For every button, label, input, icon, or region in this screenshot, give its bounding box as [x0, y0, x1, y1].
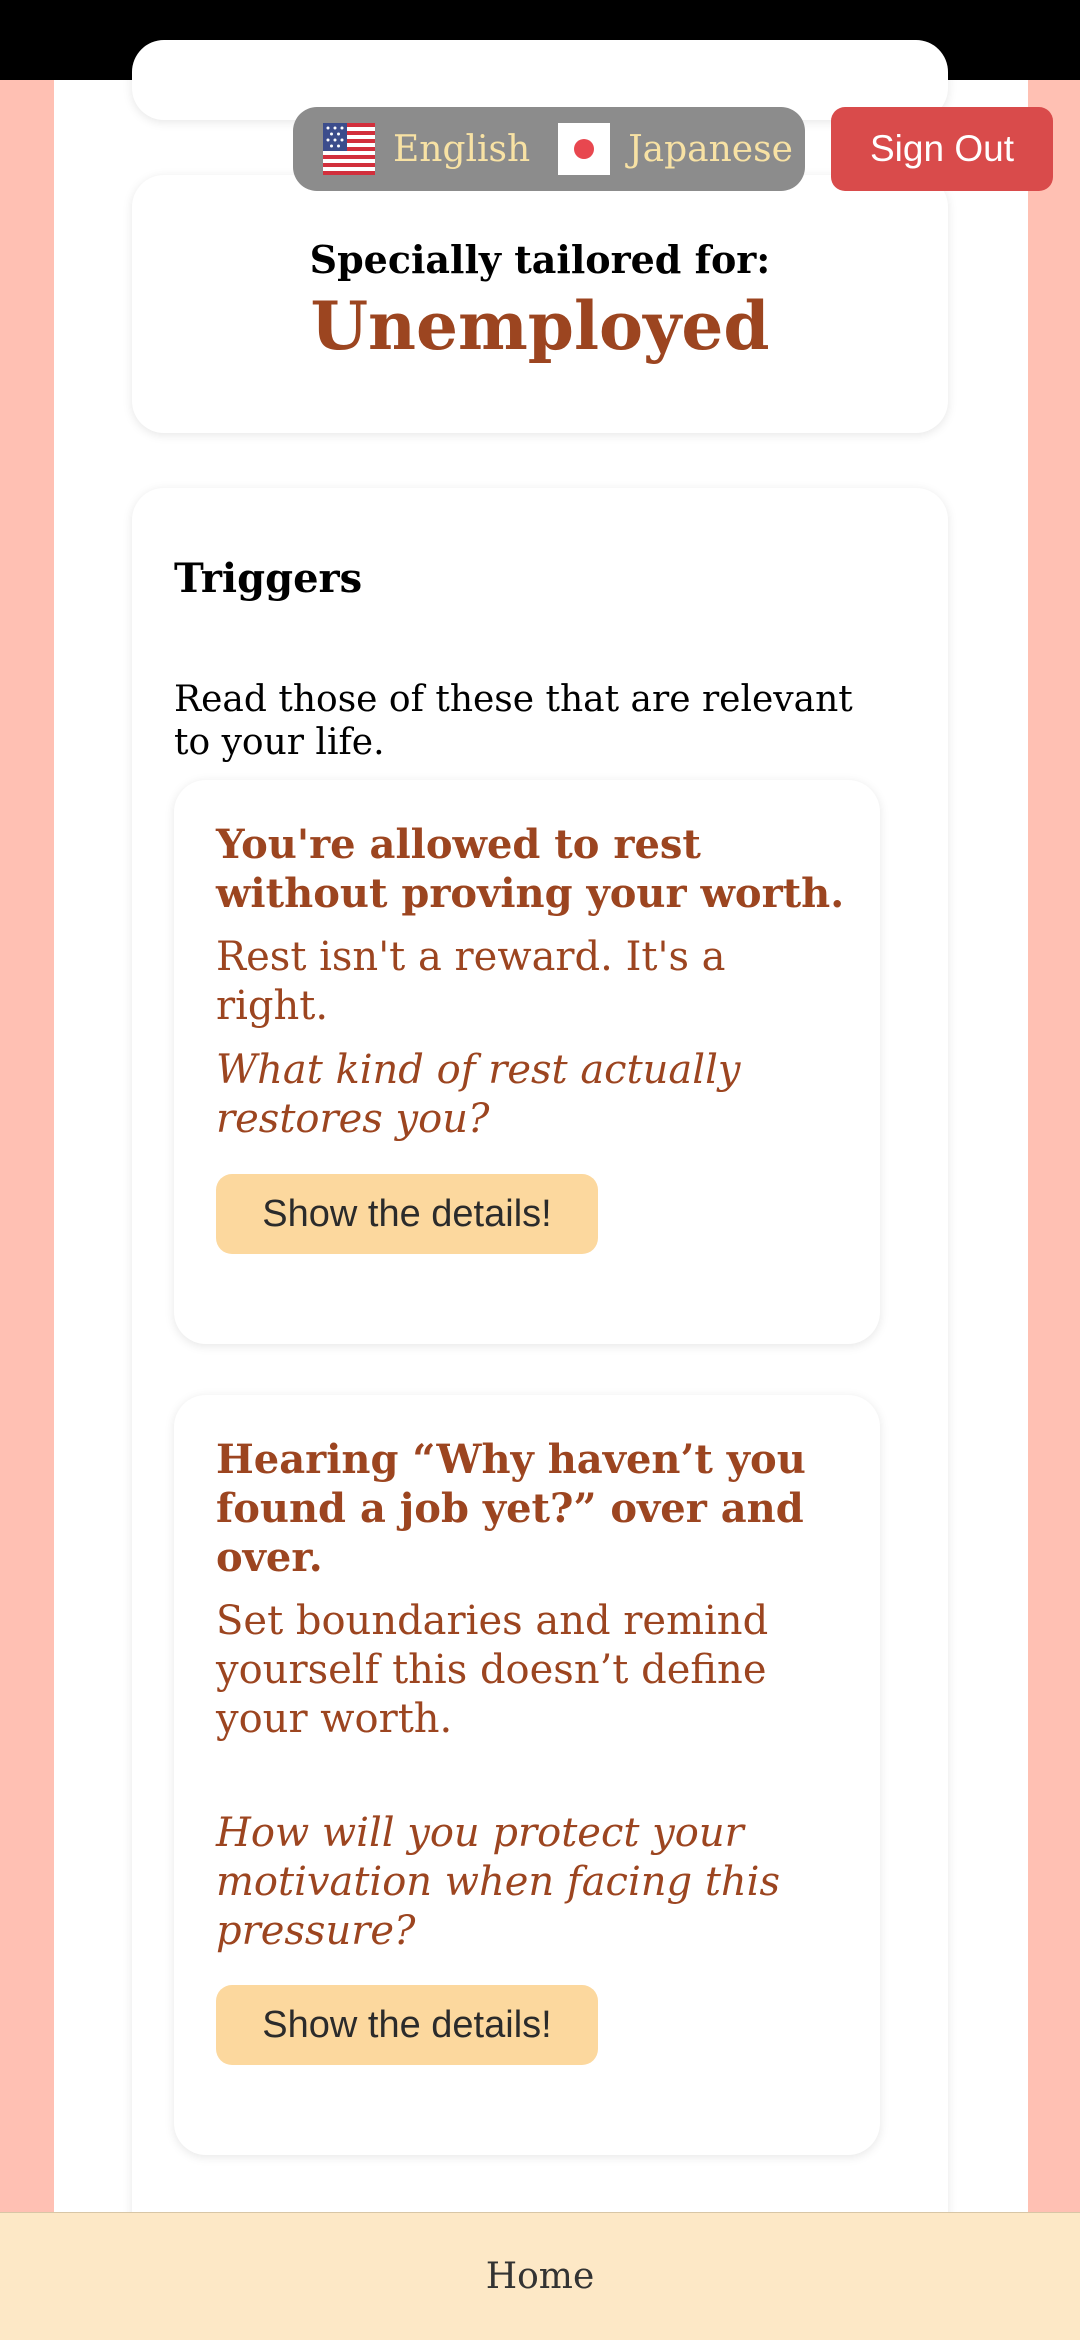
- trigger-body: Rest isn't a reward. It's a right.: [216, 934, 726, 1029]
- sign-out-button[interactable]: Sign Out: [831, 107, 1053, 191]
- show-details-button[interactable]: Show the details!: [216, 1174, 598, 1254]
- trigger-title: Hearing “Why haven’t you found a job yet…: [216, 1436, 806, 1581]
- trigger-body: Set boundaries and remind yourself this …: [216, 1598, 769, 1742]
- bottom-nav: Home: [0, 2212, 1080, 2340]
- trigger-card: You're allowed to rest without proving y…: [174, 780, 880, 1344]
- trigger-card: Hearing “Why haven’t you found a job yet…: [174, 1395, 880, 2155]
- trigger-title: You're allowed to rest without proving y…: [216, 821, 845, 917]
- tailored-heading: Specially tailored for:: [309, 237, 771, 282]
- triggers-title: Triggers: [174, 555, 363, 602]
- show-details-button[interactable]: Show the details!: [216, 1985, 598, 2065]
- language-label-japanese: Japanese: [628, 128, 793, 170]
- nav-home-link[interactable]: Home: [486, 2256, 595, 2297]
- triggers-intro: Read those of these that are relevant to…: [174, 679, 853, 763]
- language-switcher: English Japanese: [293, 107, 805, 191]
- language-label-english: English: [393, 128, 531, 170]
- us-flag-icon: [323, 123, 375, 175]
- tailored-card: Specially tailored for: Unemployed: [132, 175, 948, 433]
- trigger-question: How will you protect your motivation whe…: [216, 1810, 780, 1954]
- language-option-english[interactable]: English: [323, 123, 530, 175]
- language-option-japanese[interactable]: Japanese: [558, 123, 793, 175]
- tailored-value: Unemployed: [310, 287, 770, 365]
- trigger-question: What kind of rest actually restores you?: [216, 1047, 741, 1142]
- japan-flag-icon: [558, 123, 611, 175]
